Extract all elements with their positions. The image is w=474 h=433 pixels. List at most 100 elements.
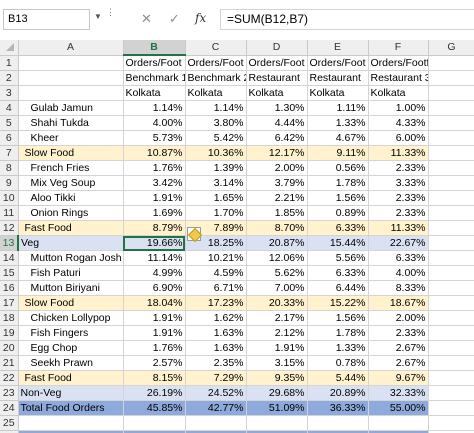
data-cell[interactable]: 15.22% xyxy=(307,295,369,311)
data-cell[interactable]: 4.59% xyxy=(185,265,247,281)
data-cell[interactable]: 3.79% xyxy=(246,175,308,191)
data-cell[interactable]: 7.00% xyxy=(246,280,308,296)
data-cell[interactable] xyxy=(428,115,474,131)
data-cell[interactable] xyxy=(428,235,474,251)
data-cell[interactable]: 1.65% xyxy=(185,190,247,206)
data-cell[interactable]: 3.14% xyxy=(185,175,247,191)
data-cell[interactable]: 20.89% xyxy=(307,385,369,401)
data-cell[interactable]: 1.56% xyxy=(307,190,369,206)
data-cell[interactable] xyxy=(368,415,429,431)
row-label-cell[interactable]: Kheer xyxy=(18,130,124,146)
row-label-cell[interactable]: Mix Veg Soup xyxy=(18,175,124,191)
data-cell[interactable]: 18.04% xyxy=(123,295,186,311)
row-header[interactable]: 16 xyxy=(0,280,19,296)
row-label-cell[interactable]: French Fries xyxy=(18,160,124,176)
error-check-warning-icon[interactable] xyxy=(187,227,203,243)
row-label-cell[interactable]: Mutton Rogan Josh xyxy=(18,250,124,266)
data-cell[interactable] xyxy=(428,415,474,431)
row-label-cell[interactable] xyxy=(18,55,124,71)
column-header-F[interactable]: F xyxy=(368,40,429,56)
name-box[interactable]: B13 xyxy=(3,9,90,30)
data-cell[interactable]: 8.70% xyxy=(246,220,308,236)
data-cell[interactable]: 1.30% xyxy=(246,100,308,116)
row-label-cell[interactable]: Slow Food xyxy=(18,295,124,311)
row-header[interactable]: 10 xyxy=(0,190,19,206)
data-cell[interactable]: 6.00% xyxy=(368,130,429,146)
data-cell[interactable]: 24.52% xyxy=(185,385,247,401)
data-cell[interactable]: 2.33% xyxy=(368,160,429,176)
data-cell[interactable]: 2.35% xyxy=(185,355,247,371)
data-cell[interactable] xyxy=(428,70,474,86)
data-cell[interactable]: 1.91% xyxy=(123,190,186,206)
row-label-cell[interactable]: Gulab Jamun xyxy=(18,100,124,116)
data-cell[interactable] xyxy=(185,415,247,431)
row-header[interactable]: 17 xyxy=(0,295,19,311)
row-label-cell[interactable]: Seekh Prawn xyxy=(18,355,124,371)
data-cell[interactable]: 42.77% xyxy=(185,400,247,416)
data-cell[interactable]: 6.71% xyxy=(185,280,247,296)
data-cell[interactable]: 1.76% xyxy=(123,160,186,176)
data-cell[interactable]: 4.00% xyxy=(368,265,429,281)
data-cell[interactable]: 11.33% xyxy=(368,220,429,236)
row-header[interactable]: 2 xyxy=(0,70,19,86)
data-cell[interactable]: 6.33% xyxy=(368,250,429,266)
data-cell[interactable]: 51.09% xyxy=(246,400,308,416)
column-header-G[interactable]: G xyxy=(428,40,474,56)
data-cell[interactable]: 6.42% xyxy=(246,130,308,146)
data-cell[interactable]: Benchmark 2 xyxy=(185,70,247,86)
data-cell[interactable] xyxy=(307,415,369,431)
data-cell[interactable]: 36.33% xyxy=(307,400,369,416)
row-label-cell[interactable]: Egg Chop xyxy=(18,340,124,356)
row-label-cell[interactable]: Onion Rings xyxy=(18,205,124,221)
data-cell[interactable] xyxy=(123,415,186,431)
data-cell[interactable]: 2.33% xyxy=(368,190,429,206)
row-header[interactable]: 19 xyxy=(0,325,19,341)
data-cell[interactable]: 9.35% xyxy=(246,370,308,386)
data-cell[interactable]: Kolkata xyxy=(123,85,186,101)
data-cell[interactable]: 1.85% xyxy=(246,205,308,221)
data-cell[interactable]: 3.42% xyxy=(123,175,186,191)
data-cell[interactable]: 20.33% xyxy=(246,295,308,311)
row-header[interactable]: 7 xyxy=(0,145,19,161)
close-icon[interactable]: ✕ xyxy=(141,11,152,27)
data-cell[interactable] xyxy=(428,310,474,326)
data-cell[interactable]: Orders/Foot xyxy=(246,55,308,71)
row-label-cell[interactable]: Veg xyxy=(18,235,124,251)
data-cell[interactable]: 12.17% xyxy=(246,145,308,161)
data-cell[interactable] xyxy=(428,340,474,356)
data-cell[interactable]: Kolkata xyxy=(307,85,369,101)
row-header[interactable]: 24 xyxy=(0,400,19,416)
data-cell[interactable] xyxy=(428,160,474,176)
data-cell[interactable]: 10.21% xyxy=(185,250,247,266)
data-cell[interactable] xyxy=(428,220,474,236)
row-header[interactable]: 11 xyxy=(0,205,19,221)
data-cell[interactable]: 6.44% xyxy=(307,280,369,296)
data-cell[interactable]: 3.33% xyxy=(368,175,429,191)
data-cell[interactable]: Restaurant xyxy=(307,70,369,86)
row-header[interactable]: 3 xyxy=(0,85,19,101)
data-cell[interactable]: 8.15% xyxy=(123,370,186,386)
data-cell[interactable]: 1.39% xyxy=(185,160,247,176)
data-cell[interactable]: 6.33% xyxy=(307,265,369,281)
select-all-corner[interactable] xyxy=(0,40,19,56)
data-cell[interactable]: 2.17% xyxy=(246,310,308,326)
data-cell[interactable]: Kolkata xyxy=(185,85,247,101)
data-cell[interactable]: Benchmark 1 xyxy=(123,70,186,86)
row-header[interactable]: 25 xyxy=(0,415,19,431)
row-header[interactable]: 9 xyxy=(0,175,19,191)
data-cell[interactable] xyxy=(428,130,474,146)
row-label-cell[interactable]: Fish Paturi xyxy=(18,265,124,281)
data-cell[interactable]: 1.63% xyxy=(185,325,247,341)
data-cell[interactable]: 0.89% xyxy=(307,205,369,221)
data-cell[interactable] xyxy=(428,385,474,401)
row-header[interactable]: 20 xyxy=(0,340,19,356)
row-header[interactable]: 1 xyxy=(0,55,19,71)
data-cell[interactable]: 3.15% xyxy=(246,355,308,371)
data-cell[interactable] xyxy=(246,415,308,431)
row-label-cell[interactable]: Total Food Orders xyxy=(18,400,124,416)
data-cell[interactable] xyxy=(428,355,474,371)
column-header-C[interactable]: C xyxy=(185,40,247,56)
data-cell[interactable]: 4.44% xyxy=(246,115,308,131)
row-label-cell[interactable]: Mutton Biriyani xyxy=(18,280,124,296)
row-label-cell[interactable]: Non-Veg xyxy=(18,385,124,401)
